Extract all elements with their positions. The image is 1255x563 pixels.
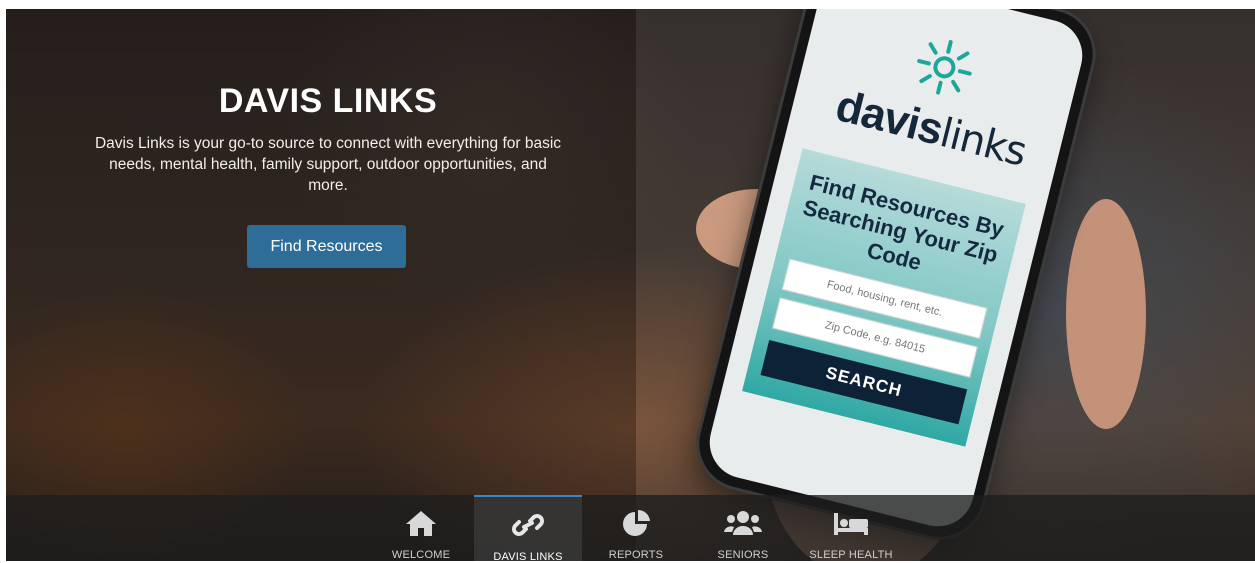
nav-label-seniors: SENIORS [717, 549, 769, 561]
nav-item-davis-links[interactable]: DAVIS LINKS [474, 495, 582, 563]
intro-section: DAVIS LINKS Davis Links is your go-to so… [88, 79, 568, 196]
logo-text-light: links [935, 110, 1031, 176]
search-card: Find Resources By Searching Your Zip Cod… [742, 148, 1026, 447]
nav-label-welcome: WELCOME [391, 549, 451, 561]
users-icon [724, 511, 762, 535]
intro-description: Davis Links is your go-to source to conn… [94, 135, 562, 194]
bottom-nav: WELCOME DAVIS LINKS REPORTS SENIORS SLEE… [6, 495, 1255, 563]
page-title: DAVIS LINKS [218, 82, 438, 120]
sun-logo-icon [917, 40, 972, 95]
nav-item-reports[interactable]: REPORTS [582, 495, 690, 561]
pie-chart-icon [623, 509, 650, 536]
nav-label-davis-links: DAVIS LINKS [493, 551, 563, 563]
nav-label-reports: REPORTS [608, 549, 664, 561]
nav-item-welcome[interactable]: WELCOME [367, 495, 475, 561]
hero-banner: davislinks Find Resources By Searching Y… [6, 9, 1255, 561]
nav-label-sleep-health: SLEEP HEALTH [809, 549, 893, 561]
nav-item-seniors[interactable]: SENIORS [689, 495, 797, 561]
nav-item-sleep-health[interactable]: SLEEP HEALTH [797, 495, 905, 561]
home-icon [406, 511, 436, 536]
find-resources-button[interactable]: Find Resources [247, 225, 406, 268]
link-icon [512, 514, 544, 536]
bed-icon [834, 513, 868, 535]
